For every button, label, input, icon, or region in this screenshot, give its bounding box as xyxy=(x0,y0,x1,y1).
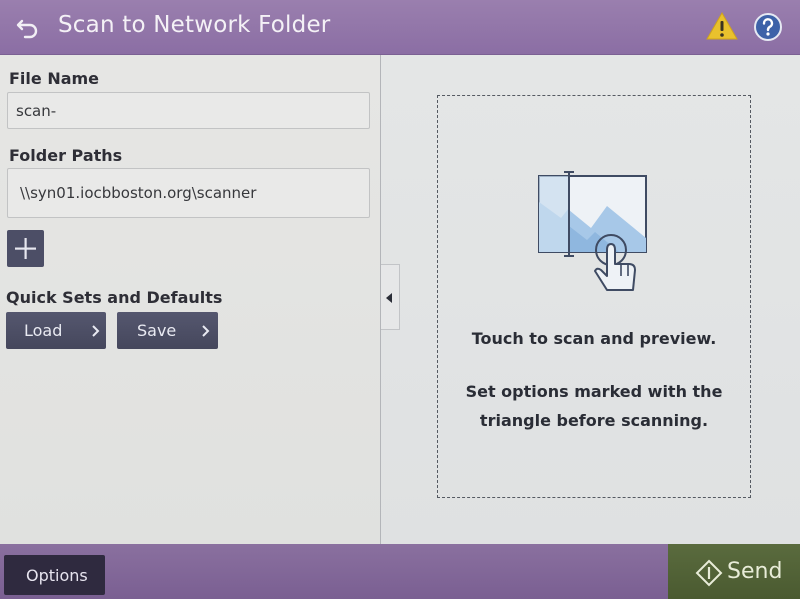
folder-path-field[interactable]: \\syn01.iocbboston.org\scanner xyxy=(7,168,370,218)
save-button[interactable]: Save xyxy=(117,312,218,349)
file-name-field[interactable]: scan- xyxy=(7,92,370,129)
preview-hint-line-2: triangle before scanning. xyxy=(479,411,709,430)
warning-icon[interactable] xyxy=(705,10,739,42)
triangle-left-icon xyxy=(386,293,392,303)
quick-sets-label: Quick Sets and Defaults xyxy=(6,288,223,307)
folder-paths-label: Folder Paths xyxy=(9,146,123,165)
add-folder-path-button[interactable] xyxy=(7,230,44,267)
send-button[interactable]: Send xyxy=(668,544,800,599)
file-name-label: File Name xyxy=(9,69,100,88)
file-name-value: scan- xyxy=(16,101,57,120)
header-bar: Scan to Network Folder xyxy=(0,0,800,55)
save-button-label: Save xyxy=(137,321,177,340)
options-button-label: Options xyxy=(26,566,88,585)
chevron-right-icon xyxy=(92,325,100,337)
collapse-pane-tab[interactable] xyxy=(381,264,400,330)
load-button-label: Load xyxy=(24,321,63,340)
plus-icon xyxy=(15,238,36,259)
folder-path-value: \\syn01.iocbboston.org\scanner xyxy=(20,184,257,202)
send-button-label: Send xyxy=(727,559,783,584)
preview-instruction: Touch to scan and preview. xyxy=(471,329,717,348)
options-button[interactable]: Options xyxy=(4,555,105,595)
scan-preview-illustration-icon xyxy=(538,171,647,291)
scan-preview-area[interactable] xyxy=(437,95,751,498)
preview-hint-line-1: Set options marked with the xyxy=(465,382,723,401)
load-button[interactable]: Load xyxy=(6,312,106,349)
send-diamond-icon xyxy=(695,559,723,587)
page-title: Scan to Network Folder xyxy=(58,12,331,38)
chevron-right-icon xyxy=(202,325,210,337)
help-icon[interactable] xyxy=(753,12,783,42)
back-arrow-icon[interactable] xyxy=(14,12,44,42)
